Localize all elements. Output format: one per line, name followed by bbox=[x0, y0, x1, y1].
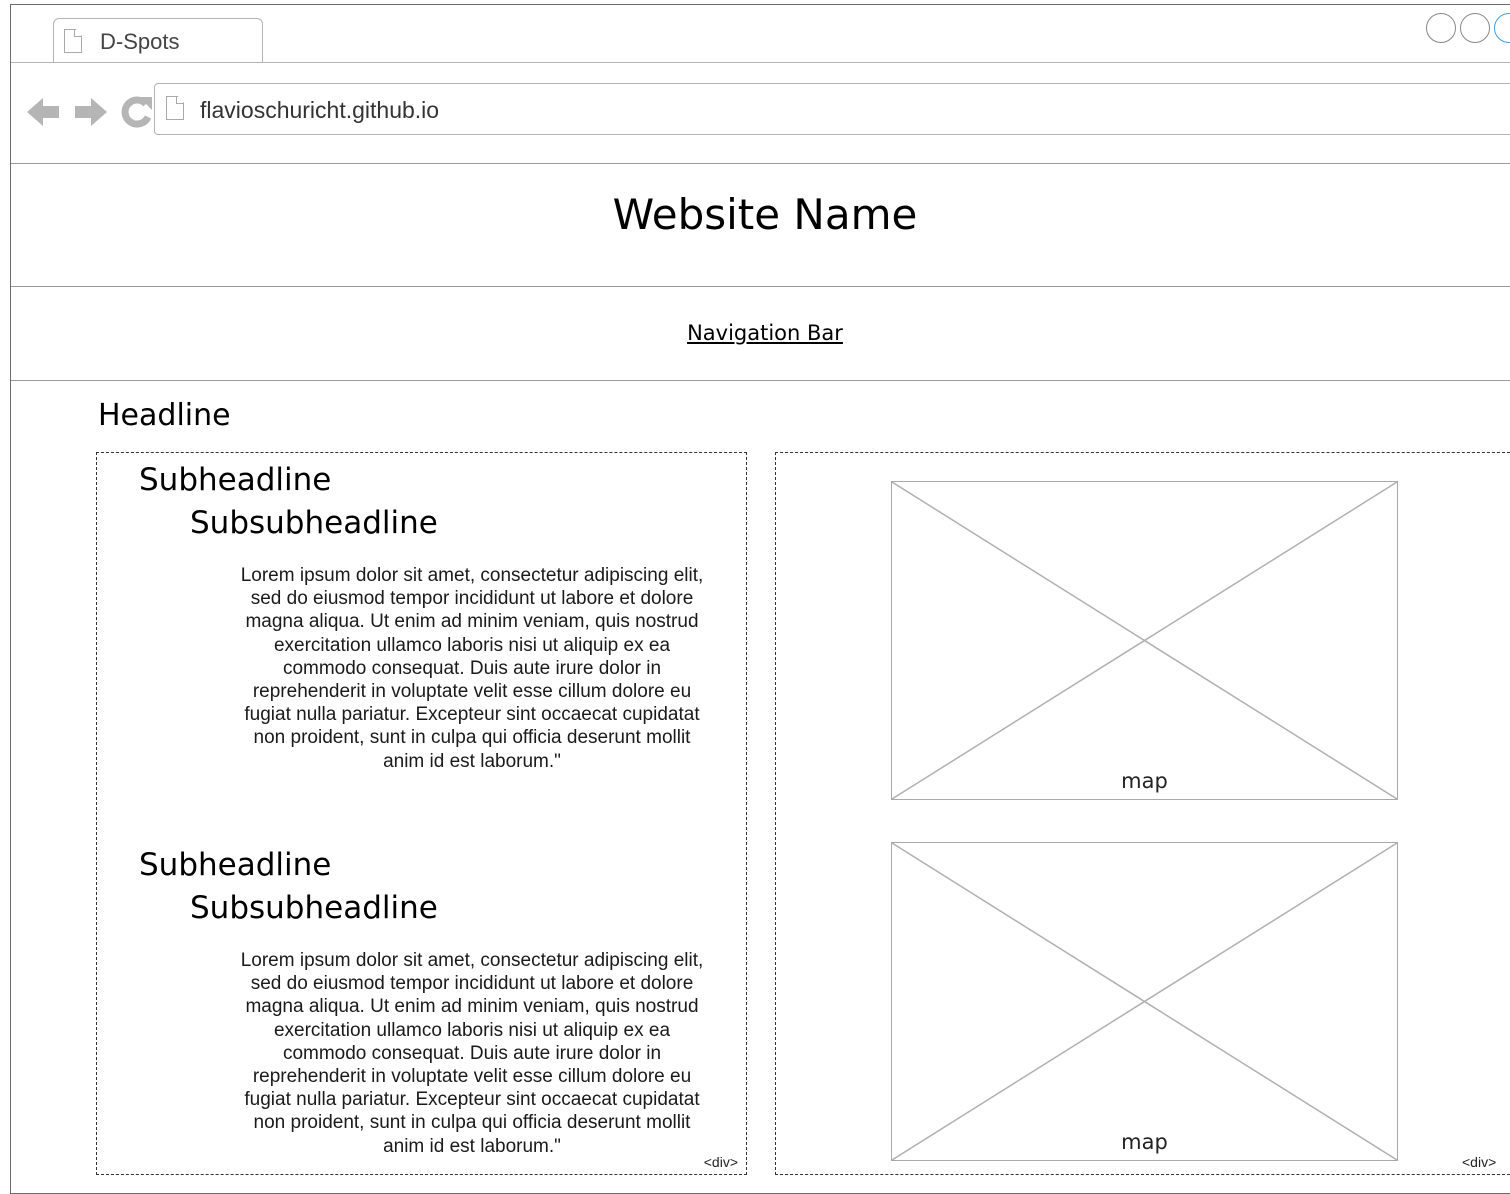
tab-title: D-Spots bbox=[100, 29, 180, 54]
window-controls bbox=[1426, 13, 1510, 43]
map-label: map bbox=[1121, 769, 1168, 793]
map-placeholder[interactable]: map bbox=[891, 481, 1398, 800]
map-content-div: map map <div> bbox=[775, 452, 1510, 1175]
header-divider bbox=[11, 286, 1510, 287]
subsubheadline: Subsubheadline bbox=[190, 890, 438, 926]
reload-icon[interactable] bbox=[117, 93, 155, 131]
subheadline: Subheadline bbox=[139, 847, 332, 883]
page-icon bbox=[166, 96, 184, 120]
map-label: map bbox=[1121, 1130, 1168, 1154]
maximize-button[interactable] bbox=[1460, 13, 1490, 43]
browser-tab[interactable]: D-Spots bbox=[53, 18, 263, 63]
toolbar-divider bbox=[11, 163, 1510, 164]
image-placeholder-icon bbox=[892, 482, 1397, 799]
address-bar[interactable]: flavioschuricht.github.io bbox=[154, 83, 1510, 135]
tab-strip-divider bbox=[11, 62, 1510, 63]
div-tag-label: <div> bbox=[703, 1154, 738, 1170]
text-content-div: Subheadline Subsubheadline Lorem ipsum d… bbox=[96, 452, 747, 1175]
page-icon bbox=[64, 29, 82, 53]
website-title: Website Name bbox=[612, 190, 918, 239]
div-tag-label: <div> bbox=[1462, 1154, 1497, 1170]
minimize-button[interactable] bbox=[1426, 13, 1456, 43]
forward-arrow-icon[interactable] bbox=[71, 93, 109, 131]
paragraph: Lorem ipsum dolor sit amet, consectetur … bbox=[240, 565, 704, 772]
navigation-buttons bbox=[25, 93, 155, 131]
back-arrow-icon[interactable] bbox=[25, 93, 63, 131]
close-button[interactable] bbox=[1494, 13, 1510, 43]
subsubheadline: Subsubheadline bbox=[190, 505, 438, 541]
paragraph: Lorem ipsum dolor sit amet, consectetur … bbox=[240, 950, 704, 1157]
url-text: flavioschuricht.github.io bbox=[200, 97, 440, 123]
subheadline: Subheadline bbox=[139, 462, 332, 498]
image-placeholder-icon bbox=[892, 843, 1397, 1160]
navbar-divider bbox=[11, 380, 1510, 381]
navigation-bar-link[interactable]: Navigation Bar bbox=[11, 321, 1510, 345]
page-headline: Headline bbox=[98, 398, 231, 433]
map-placeholder[interactable]: map bbox=[891, 842, 1398, 1161]
